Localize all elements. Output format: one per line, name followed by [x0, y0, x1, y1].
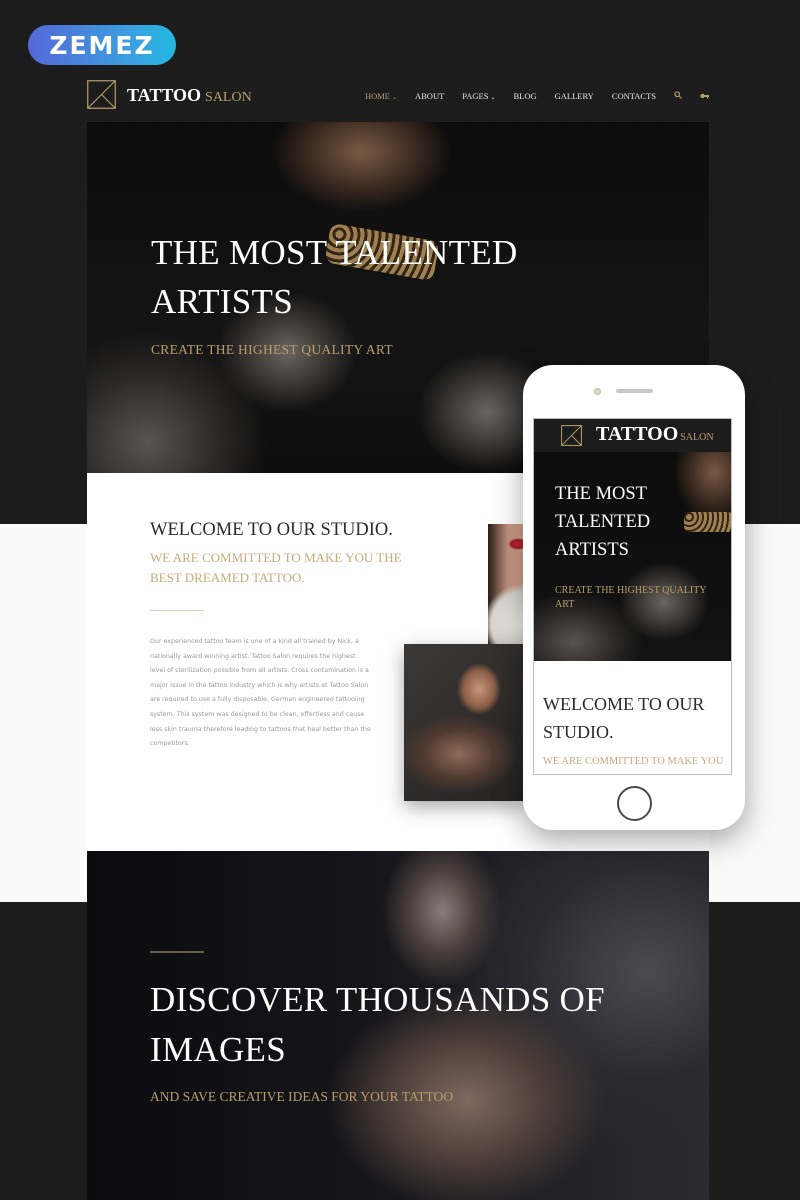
- phone-screen: TATTOO SALON THE MOST TALENTED ARTISTS CR…: [533, 418, 732, 775]
- logo-primary: TATTOO: [127, 85, 202, 105]
- nav-home[interactable]: HOME ⌄: [365, 91, 397, 101]
- phone-header: TATTOO SALON: [534, 419, 731, 452]
- phone-hero-subtitle: CREATE THE HIGHEST QUALITY ART: [555, 585, 707, 610]
- nav-pages-label: PAGES: [462, 91, 489, 101]
- nav-about[interactable]: ABOUT: [415, 91, 444, 101]
- phone-welcome-title: WELCOME TO OUR STUDIO.: [543, 694, 705, 742]
- nav-gallery[interactable]: GALLERY: [555, 91, 594, 101]
- logo-secondary: SALON: [680, 432, 714, 443]
- phone-logo: TATTOO SALON: [596, 423, 714, 446]
- welcome-subtitle: WE ARE COMMITTED TO MAKE YOU THE BEST DR…: [150, 550, 402, 585]
- phone-speaker: [616, 389, 653, 393]
- logo-mark-icon: [561, 425, 582, 446]
- phone-home-button[interactable]: [617, 786, 652, 821]
- hero-title: THE MOST TALENTED ARTISTS: [151, 233, 518, 321]
- nav-blog[interactable]: BLOG: [513, 91, 536, 101]
- key-icon[interactable]: [700, 91, 709, 101]
- chevron-down-icon: ⌄: [391, 95, 397, 101]
- welcome-body-text: Our experienced tattoo team is one of a …: [150, 638, 371, 748]
- site-header: TATTOO SALON HOME ⌄ ABOUT PAGES ⌄ BLOG GALL…: [87, 78, 709, 112]
- site-logo[interactable]: TATTOO SALON: [127, 85, 252, 106]
- logo-secondary: SALON: [205, 90, 252, 105]
- phone-hero: THE MOST TALENTED ARTISTS CREATE THE HIG…: [534, 452, 731, 661]
- zemez-label: ZEMEZ: [49, 30, 155, 60]
- discover-subtitle: AND SAVE CREATIVE IDEAS FOR YOUR TATTOO: [150, 1089, 453, 1104]
- hero-subtitle: CREATE THE HIGHEST QUALITY ART: [151, 342, 393, 357]
- search-icon[interactable]: [674, 91, 682, 101]
- zemez-badge[interactable]: ZEMEZ: [28, 25, 176, 65]
- chevron-down-icon: ⌄: [490, 95, 496, 101]
- logo-mark-icon[interactable]: [87, 80, 116, 109]
- photo-woman: [488, 524, 528, 644]
- discover-title: DISCOVER THOUSANDS OF IMAGES: [150, 980, 605, 1069]
- welcome-title: WELCOME TO OUR STUDIO.: [150, 520, 393, 540]
- divider: [150, 951, 204, 953]
- nav-home-label: HOME: [364, 91, 390, 101]
- nav-contacts[interactable]: CONTACTS: [612, 91, 656, 101]
- phone-hero-title: THE MOST TALENTED ARTISTS: [555, 484, 651, 560]
- divider: [150, 610, 204, 611]
- phone-hero-image: [684, 512, 731, 532]
- logo-primary: TATTOO: [596, 423, 679, 445]
- main-nav: HOME ⌄ ABOUT PAGES ⌄ BLOG GALLERY CONTACTS: [365, 91, 709, 101]
- nav-about-label: ABOUT: [415, 91, 445, 101]
- photo-tattooed-man: [404, 644, 524, 801]
- phone-welcome-subtitle: WE ARE COMMITTED TO MAKE YOU: [543, 756, 724, 767]
- nav-blog-label: BLOG: [513, 91, 537, 101]
- discover-section: DISCOVER THOUSANDS OF IMAGES AND SAVE CR…: [87, 851, 709, 1200]
- nav-gallery-label: GALLERY: [554, 91, 594, 101]
- phone-camera-icon: [594, 388, 601, 395]
- phone-mockup: TATTOO SALON THE MOST TALENTED ARTISTS CR…: [523, 365, 745, 830]
- nav-contacts-label: CONTACTS: [611, 91, 656, 101]
- nav-pages[interactable]: PAGES ⌄: [462, 91, 495, 101]
